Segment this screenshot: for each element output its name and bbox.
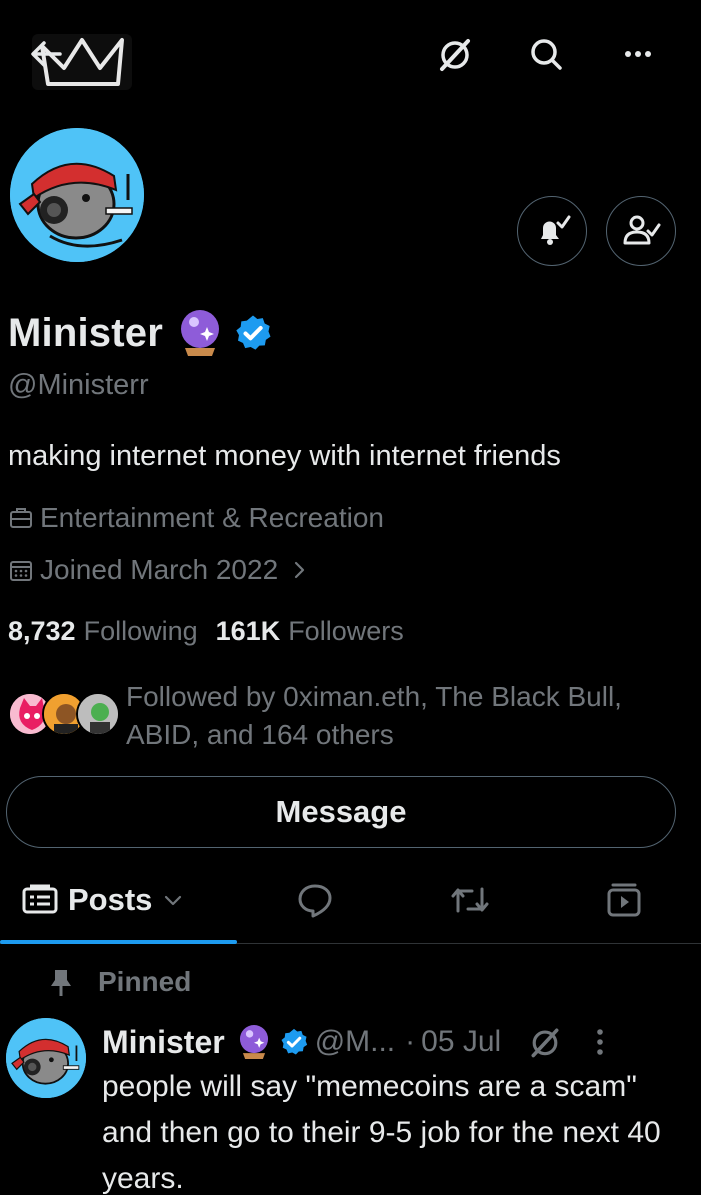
follower-avatar [76, 692, 120, 736]
grok-icon[interactable] [527, 1024, 563, 1060]
followed-by[interactable]: Followed by 0ximan.eth, The Black Bull, … [8, 678, 698, 758]
repost-icon [451, 887, 489, 913]
grok-icon[interactable] [431, 30, 479, 78]
tab-replies[interactable] [291, 870, 339, 930]
post-author-name[interactable]: Minister [102, 1024, 225, 1061]
chevron-right-icon [295, 561, 305, 579]
post-date[interactable]: 05 Jul [421, 1025, 501, 1059]
posts-icon [22, 884, 58, 914]
tab-media[interactable] [600, 870, 648, 930]
verified-badge-icon [281, 1028, 307, 1055]
profile-tabs: Posts [0, 860, 701, 944]
profile-joined[interactable]: Joined March 2022 [8, 554, 308, 586]
message-button[interactable]: Message [6, 776, 676, 848]
profile-name-row: Minister [8, 305, 273, 361]
more-icon[interactable] [614, 30, 662, 78]
profile-handle: @Ministerr [8, 369, 149, 401]
pinned-indicator: Pinned [48, 966, 191, 998]
category-label: Entertainment & Recreation [40, 502, 384, 533]
post-header: Minister @M... · 05 Jul [102, 1018, 607, 1066]
post-text: people will say "memecoins are a scam" a… [102, 1070, 661, 1195]
post-separator: · [405, 1025, 416, 1058]
profile-name: Minister [8, 310, 163, 355]
person-check-icon [623, 215, 661, 245]
tab-posts[interactable]: Posts [22, 870, 184, 930]
search-icon[interactable] [522, 30, 570, 78]
media-icon [607, 883, 641, 917]
chevron-down-icon [165, 895, 182, 906]
following-button[interactable] [606, 196, 676, 266]
back-arrow-icon[interactable] [28, 36, 66, 72]
pin-icon [51, 970, 71, 996]
pinned-label: Pinned [98, 966, 192, 997]
crystal-ball-icon [180, 310, 219, 356]
followers-label[interactable]: Followers [288, 616, 404, 647]
crystal-ball-icon [239, 1025, 268, 1059]
post-author-handle[interactable]: @M... [315, 1025, 395, 1059]
active-tab-indicator [0, 940, 237, 944]
header-left [26, 26, 138, 96]
profile-bio: making internet money with internet frie… [8, 440, 561, 472]
top-bar [0, 0, 701, 110]
avatar-image [10, 128, 144, 262]
posts-tab-label: Posts [68, 882, 153, 917]
reply-bubble-icon [298, 884, 332, 918]
notifications-button[interactable] [517, 196, 587, 266]
profile-avatar[interactable] [6, 124, 148, 266]
briefcase-icon [10, 508, 32, 528]
verified-badge-icon[interactable] [233, 313, 273, 353]
following-count[interactable]: 8,732 [8, 616, 76, 647]
following-label[interactable]: Following [84, 616, 198, 647]
profile-category: Entertainment & Recreation [8, 502, 384, 534]
post-author-avatar[interactable] [6, 1018, 86, 1098]
followers-count[interactable]: 161K [216, 616, 281, 647]
bell-check-icon [541, 215, 571, 245]
tab-reposts[interactable] [446, 870, 494, 930]
followed-by-text: Followed by 0ximan.eth, The Black Bull, … [126, 681, 622, 750]
joined-label: Joined March 2022 [40, 554, 279, 585]
calendar-icon [10, 561, 32, 581]
post-more-icon[interactable] [593, 1024, 607, 1060]
follow-counts: 8,732 Following 161K Followers [8, 616, 414, 647]
avatar-image [6, 1018, 86, 1098]
